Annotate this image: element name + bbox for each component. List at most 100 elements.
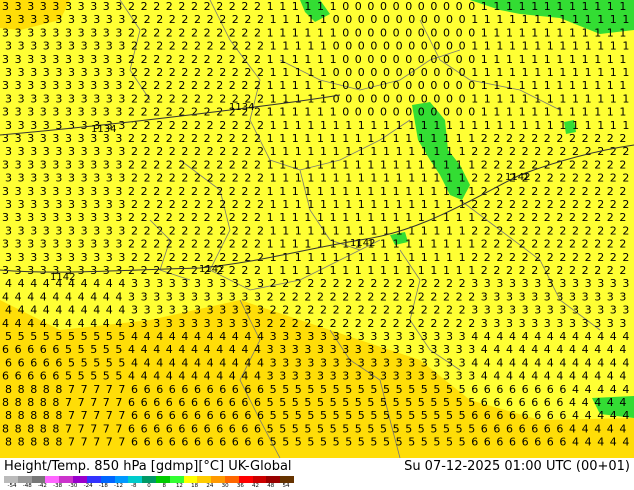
temperature-value: 3 <box>2 0 9 13</box>
temperature-value: 5 <box>270 436 277 449</box>
temperature-value: 4 <box>40 317 47 330</box>
temperature-value: 2 <box>559 224 566 237</box>
temperature-value: 1 <box>506 106 513 119</box>
temperature-value: 1 <box>484 66 491 79</box>
temperature-value: 3 <box>279 343 286 356</box>
temperature-value: 6 <box>144 436 151 449</box>
temperature-value: 3 <box>131 304 138 317</box>
temperature-value: 0 <box>421 13 428 26</box>
temperature-value: 2 <box>241 211 248 224</box>
temperature-value: 1 <box>320 13 327 26</box>
temperature-value: 3 <box>52 158 59 171</box>
temperature-value: 2 <box>254 106 261 119</box>
temperature-value: 6 <box>509 409 516 422</box>
temperature-value: 6 <box>181 383 188 396</box>
temperature-value: 4 <box>194 356 201 369</box>
temperature-value: 1 <box>345 119 352 132</box>
temperature-value: 3 <box>90 238 97 251</box>
temperature-value: 8 <box>30 436 37 449</box>
temperature-value: 3 <box>5 92 12 105</box>
temperature-value: 2 <box>219 13 226 26</box>
temperature-value: 4 <box>484 356 491 369</box>
temperature-value: 2 <box>194 172 201 185</box>
temperature-value: 0 <box>380 53 387 66</box>
temperature-value: 3 <box>118 119 125 132</box>
temperature-value: 5 <box>81 356 88 369</box>
temperature-value: 0 <box>468 26 475 39</box>
contour-label: 1142 <box>505 172 530 183</box>
temperature-value: 5 <box>446 383 453 396</box>
temperature-value: 1 <box>459 224 466 237</box>
temperature-value: 2 <box>496 172 503 185</box>
temperature-value: 2 <box>355 290 362 303</box>
temperature-value: 1 <box>292 53 299 66</box>
temperature-value: 3 <box>547 277 554 290</box>
temperature-value: 4 <box>254 343 261 356</box>
temperature-value: 0 <box>430 26 437 39</box>
temperature-value: 3 <box>65 158 72 171</box>
temperature-value: 0 <box>418 79 425 92</box>
temperature-value: 6 <box>471 383 478 396</box>
temperature-value: 1 <box>342 264 349 277</box>
temperature-value: 2 <box>166 158 173 171</box>
temperature-value: 1 <box>330 211 337 224</box>
temperature-value: 2 <box>169 172 176 185</box>
temperature-value: 5 <box>418 396 425 409</box>
temperature-value: 2 <box>522 224 529 237</box>
temperature-value: 2 <box>257 172 264 185</box>
temperature-value: 3 <box>166 317 173 330</box>
temperature-value: 3 <box>522 277 529 290</box>
temperature-value: 3 <box>471 277 478 290</box>
temperature-value: 1 <box>342 158 349 171</box>
temperature-value: 2 <box>153 79 160 92</box>
temperature-value: 2 <box>405 317 412 330</box>
temperature-value: 3 <box>15 26 22 39</box>
temperature-value: 3 <box>396 356 403 369</box>
temperature-value: 2 <box>257 119 264 132</box>
temperature-value: 3 <box>27 132 34 145</box>
temperature-value: 7 <box>65 396 72 409</box>
temperature-value: 3 <box>78 238 85 251</box>
temperature-value: 1 <box>267 53 274 66</box>
temperature-value: 4 <box>582 422 589 435</box>
temperature-value: 3 <box>572 304 579 317</box>
temperature-value: 3 <box>141 290 148 303</box>
temperature-value: 4 <box>569 396 576 409</box>
temperature-value: 2 <box>166 185 173 198</box>
temperature-value: 2 <box>156 172 163 185</box>
temperature-value: 4 <box>607 396 614 409</box>
temperature-value: 3 <box>5 172 12 185</box>
temperature-value: 2 <box>622 172 629 185</box>
temperature-value: 1 <box>267 132 274 145</box>
temperature-value: 4 <box>166 370 173 383</box>
temperature-value: 1 <box>317 79 324 92</box>
temperature-value: 2 <box>178 79 185 92</box>
temperature-value: 3 <box>65 238 72 251</box>
temperature-value: 5 <box>282 436 289 449</box>
contour-label: 1142 <box>50 272 75 283</box>
temperature-value: 3 <box>393 370 400 383</box>
temperature-value: 3 <box>81 13 88 26</box>
temperature-value: 2 <box>181 92 188 105</box>
temperature-value: 3 <box>65 79 72 92</box>
temperature-value: 2 <box>216 53 223 66</box>
temperature-value: 1 <box>430 185 437 198</box>
temperature-value: 5 <box>317 422 324 435</box>
temperature-value: 5 <box>106 330 113 343</box>
temperature-value: 6 <box>194 383 201 396</box>
scale-label: 24 <box>206 483 214 489</box>
temperature-value: 1 <box>304 211 311 224</box>
temperature-value: 2 <box>257 224 264 237</box>
temperature-value: 0 <box>393 79 400 92</box>
temperature-value: 6 <box>131 409 138 422</box>
temperature-value: 4 <box>493 343 500 356</box>
temperature-value: 2 <box>582 185 589 198</box>
temperature-value: 4 <box>68 304 75 317</box>
temperature-value: 3 <box>81 119 88 132</box>
temperature-value: 3 <box>519 317 526 330</box>
temperature-value: 2 <box>559 251 566 264</box>
temperature-value: 5 <box>295 409 302 422</box>
temperature-value: 4 <box>572 409 579 422</box>
temperature-value: 3 <box>40 106 47 119</box>
temperature-value: 3 <box>509 277 516 290</box>
